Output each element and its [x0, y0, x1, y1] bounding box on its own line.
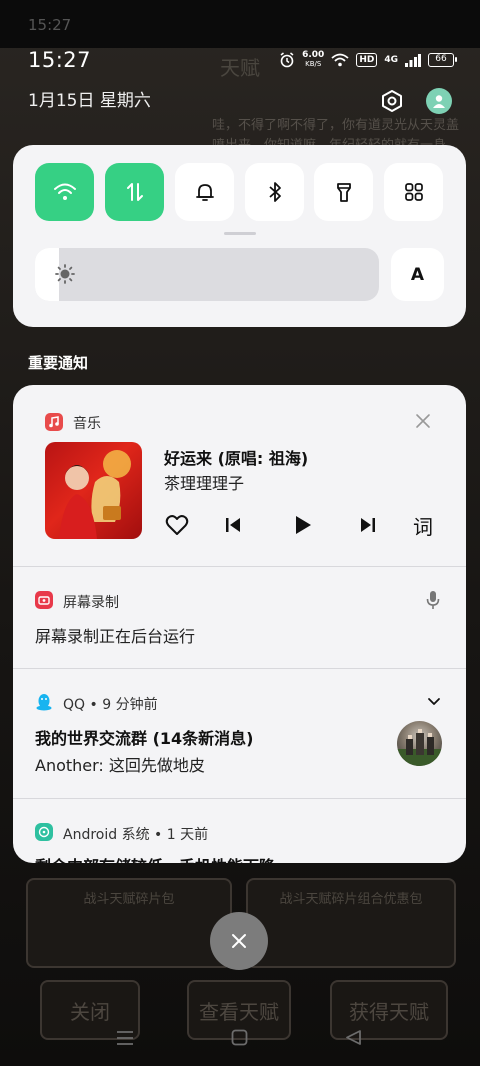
settings-hex-icon[interactable] — [380, 89, 404, 113]
play-icon — [296, 516, 311, 534]
music-app-icon — [45, 413, 63, 431]
close-icon — [232, 934, 246, 948]
clear-all-button[interactable] — [210, 912, 268, 970]
drag-handle[interactable] — [224, 232, 256, 235]
sound-toggle[interactable] — [175, 163, 234, 221]
album-art-image — [59, 450, 131, 539]
network-type: 4G — [384, 55, 398, 65]
home-icon[interactable] — [231, 1029, 248, 1046]
qq-group-title: 我的世界交流群 (14条新消息) — [35, 729, 254, 748]
android-system-app-name: Android 系统 • 1 天前 — [63, 827, 209, 843]
battery-icon: 66 — [428, 53, 457, 67]
group-avatar — [397, 721, 442, 766]
grid-icon — [404, 183, 423, 201]
screen-record-app-icon — [35, 591, 53, 609]
background-card: 战斗天赋碎片组合优惠包 — [246, 878, 456, 968]
previous-icon — [226, 518, 240, 532]
favorite-button[interactable] — [163, 511, 191, 539]
signal-icon — [405, 54, 421, 67]
data-arrows-icon — [126, 183, 143, 201]
alarm-icon — [280, 52, 294, 68]
bluetooth-icon — [268, 182, 281, 202]
background-status-time: 15:27 — [28, 16, 72, 34]
play-button[interactable] — [289, 511, 317, 539]
qq-time: 9 分钟前 — [102, 697, 158, 713]
divider — [13, 566, 466, 567]
screen-record-message: 屏幕录制正在后台运行 — [35, 627, 196, 646]
previous-button[interactable] — [219, 511, 247, 539]
qq-penguin-icon — [36, 694, 52, 711]
divider — [13, 798, 466, 799]
background-status-bar: 15:27 — [0, 0, 480, 48]
divider — [13, 668, 466, 669]
qq-message: Another: 这回先做地皮 — [35, 756, 205, 775]
background-card-caption: 战斗天赋碎片组合优惠包 — [279, 892, 423, 907]
music-note-icon — [49, 416, 59, 428]
android-system-time: 1 天前 — [166, 827, 209, 843]
menu-icon[interactable] — [116, 1030, 134, 1046]
android-system-app-icon — [35, 823, 53, 841]
microphone-icon[interactable] — [426, 590, 440, 610]
person-icon — [433, 95, 445, 108]
android-system-message: 剩余内部存储较低，手机性能下降 — [35, 853, 275, 863]
wifi-icon — [53, 183, 76, 200]
song-title: 好运来 (原唱: 祖海) — [164, 449, 309, 468]
next-icon — [361, 518, 375, 532]
status-bar: 15:27 6.00 KB/S HD 4G 66 — [0, 44, 480, 80]
group-avatar-image — [397, 729, 442, 766]
mobile-data-toggle[interactable] — [105, 163, 164, 221]
music-app-name: 音乐 — [73, 416, 101, 432]
status-icons: 6.00 KB/S HD 4G 66 — [279, 50, 457, 69]
album-cover — [45, 442, 142, 539]
navigation-bar — [0, 1022, 480, 1066]
next-button[interactable] — [354, 511, 382, 539]
wifi-status-icon — [331, 53, 349, 67]
lyrics-button[interactable]: 词 — [409, 511, 437, 539]
video-camera-icon — [38, 596, 50, 605]
bell-icon — [195, 184, 214, 201]
network-speed: 6.00 KB/S — [302, 50, 325, 69]
wifi-toggle[interactable] — [35, 163, 94, 221]
heart-icon — [165, 515, 189, 535]
status-time: 15:27 — [28, 48, 92, 72]
profile-icon[interactable] — [426, 88, 452, 114]
sun-icon — [55, 264, 75, 284]
background-card: 战斗天赋碎片包 — [26, 878, 232, 968]
more-toggles[interactable] — [384, 163, 443, 221]
date-label: 1月15日 星期六 — [28, 91, 151, 111]
flashlight-icon — [336, 183, 351, 202]
chevron-down-icon[interactable] — [427, 697, 441, 707]
hd-badge: HD — [356, 53, 378, 67]
screen-record-app-name: 屏幕录制 — [63, 595, 119, 611]
important-notifications-label: 重要通知 — [28, 354, 89, 372]
chat-bubble-icon — [38, 826, 50, 838]
close-icon[interactable] — [414, 412, 432, 430]
back-icon[interactable] — [345, 1029, 362, 1046]
bluetooth-toggle[interactable] — [245, 163, 304, 221]
date-row-actions — [380, 88, 452, 114]
control-center: A — [13, 145, 466, 327]
notification-panel: 音乐 好运来 (原唱: 祖海) 茶理理理子 词 屏幕录制 屏幕录制正在后台运行 … — [13, 385, 466, 863]
flashlight-toggle[interactable] — [314, 163, 373, 221]
background-card-caption: 战斗天赋碎片包 — [83, 892, 175, 907]
song-artist: 茶理理理子 — [164, 474, 245, 493]
qq-app-name: QQ • 9 分钟前 — [63, 697, 158, 713]
auto-brightness-button[interactable]: A — [391, 248, 444, 301]
brightness-slider[interactable] — [35, 248, 379, 301]
